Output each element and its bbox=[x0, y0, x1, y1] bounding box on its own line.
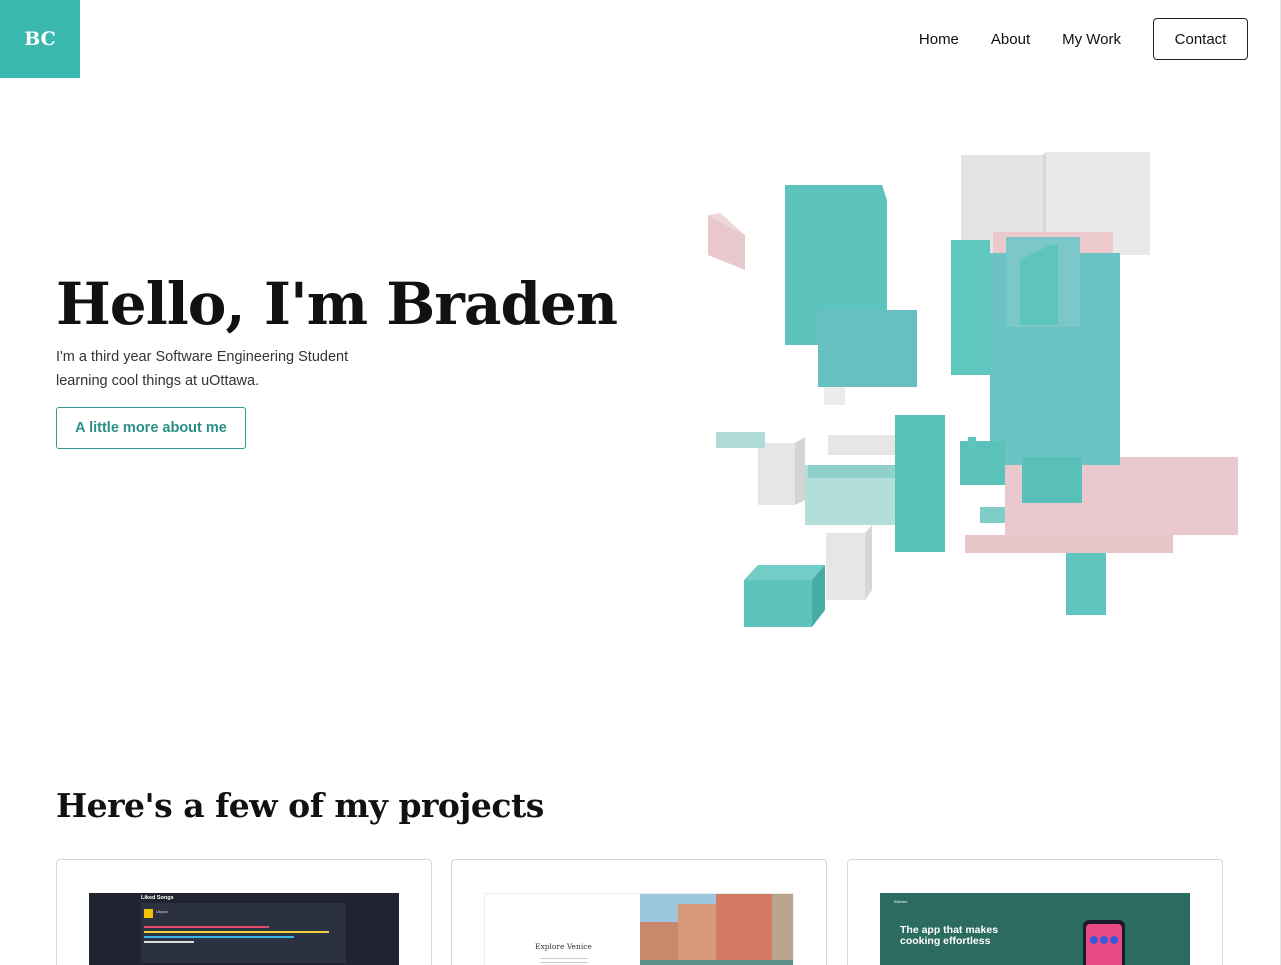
about-me-button[interactable]: A little more about me bbox=[56, 407, 246, 449]
project-screenshot-music-app: Liked Songs Utopia bbox=[89, 893, 399, 965]
hero-title: Hello, I'm Braden bbox=[56, 270, 618, 338]
project-card-venice[interactable]: Explore Venice bbox=[451, 859, 827, 965]
text-line bbox=[540, 962, 588, 963]
main-nav: Home About My Work Contact bbox=[919, 18, 1248, 60]
stat-bar bbox=[144, 941, 194, 943]
site-logo[interactable]: BC bbox=[0, 0, 80, 78]
screenshot-brand: Kitchen bbox=[894, 899, 908, 904]
hero-subtitle-line1: I'm a third year Software Engineering St… bbox=[56, 349, 349, 365]
project-card-kitchen[interactable]: Kitchen The app that makes cooking effor… bbox=[847, 859, 1223, 965]
screenshot-panel bbox=[141, 903, 346, 963]
projects-heading: Here's a few of my projects bbox=[56, 786, 544, 825]
screenshot-title: The app that makes cooking effortless bbox=[900, 924, 999, 947]
album-thumbnail bbox=[144, 909, 153, 918]
logo-text: BC bbox=[24, 28, 56, 50]
stat-bar bbox=[144, 936, 294, 938]
stat-bar bbox=[144, 931, 329, 933]
text-line bbox=[540, 958, 588, 959]
contact-button[interactable]: Contact bbox=[1153, 18, 1248, 60]
hero-3d-blocks-illustration bbox=[708, 152, 1238, 627]
screenshot-song: Utopia bbox=[156, 909, 168, 914]
stat-bar bbox=[144, 926, 269, 928]
venice-photo bbox=[640, 894, 793, 965]
phone-mockup bbox=[1083, 920, 1125, 965]
project-card-music-app[interactable]: Liked Songs Utopia bbox=[56, 859, 432, 965]
nav-home-link[interactable]: Home bbox=[919, 31, 959, 48]
teal-blocks bbox=[716, 185, 1120, 627]
project-screenshot-kitchen: Kitchen The app that makes cooking effor… bbox=[880, 893, 1190, 965]
screenshot-title: Liked Songs bbox=[141, 895, 174, 901]
nav-about-link[interactable]: About bbox=[991, 31, 1030, 48]
screenshot-title: Explore Venice bbox=[535, 942, 592, 951]
hero-subtitle-line2: learning cool things at uOttawa. bbox=[56, 373, 260, 389]
nav-work-link[interactable]: My Work bbox=[1062, 31, 1121, 48]
project-screenshot-venice: Explore Venice bbox=[484, 893, 794, 965]
hero-subtitle: I'm a third year Software Engineering St… bbox=[56, 345, 396, 393]
